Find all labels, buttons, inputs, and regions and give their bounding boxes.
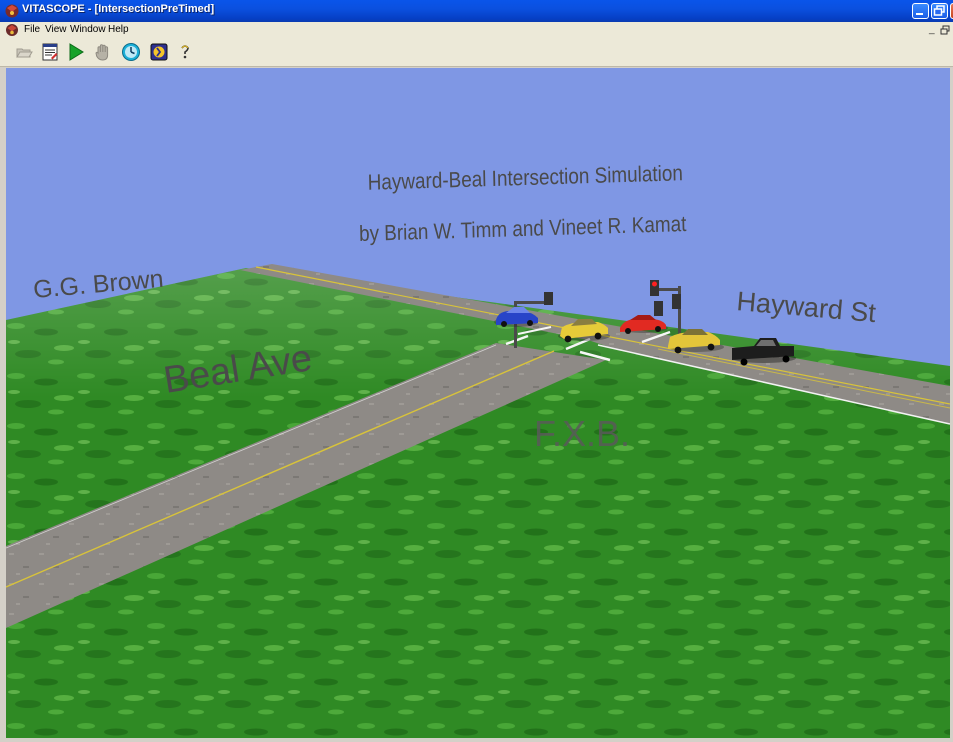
window-title: VITASCOPE - [IntersectionPreTimed] xyxy=(22,3,215,15)
mdi-restore-icon[interactable] xyxy=(940,25,950,35)
script-editor-icon[interactable] xyxy=(40,42,60,62)
open-icon[interactable] xyxy=(14,42,34,62)
document-icon[interactable] xyxy=(5,23,19,37)
simulation-viewport[interactable]: Hayward-Beal Intersection Simulation by … xyxy=(6,68,950,738)
toolbar xyxy=(0,38,953,67)
help-icon[interactable] xyxy=(175,42,195,62)
restore-icon xyxy=(933,5,945,16)
minimize-button[interactable] xyxy=(912,3,929,19)
app-icon xyxy=(5,4,19,18)
window-bottom-border xyxy=(0,738,953,742)
label-fxb: F.X.B. xyxy=(534,413,630,454)
play-icon[interactable] xyxy=(66,42,86,62)
scene-canvas[interactable]: Hayward-Beal Intersection Simulation by … xyxy=(6,68,950,738)
hand-icon[interactable] xyxy=(93,42,113,62)
speed-icon[interactable] xyxy=(149,42,169,62)
menu-bar: File View Window Help _ xyxy=(0,22,953,38)
menu-file[interactable]: File xyxy=(24,24,40,35)
menu-help[interactable]: Help xyxy=(108,24,129,35)
menu-window[interactable]: Window xyxy=(70,24,106,35)
vitascope-window: VITASCOPE - [IntersectionPreTimed] File … xyxy=(0,0,953,742)
restore-button[interactable] xyxy=(931,3,948,19)
menu-view[interactable]: View xyxy=(45,24,67,35)
title-bar[interactable]: VITASCOPE - [IntersectionPreTimed] xyxy=(0,0,953,22)
clock-icon[interactable] xyxy=(121,42,141,62)
mdi-minimize-button[interactable]: _ xyxy=(929,24,935,35)
minimize-icon xyxy=(916,13,923,15)
